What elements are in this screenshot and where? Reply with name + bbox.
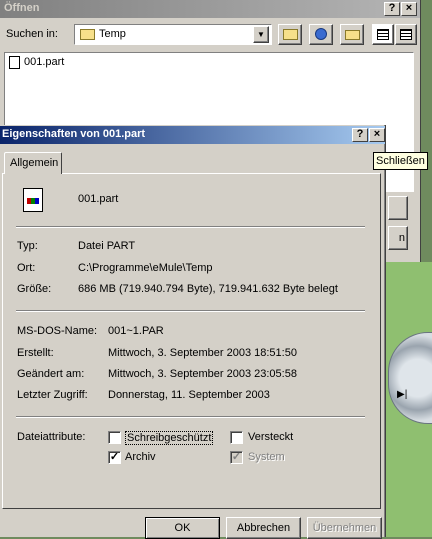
separator-1: [16, 226, 365, 228]
separator-2: [16, 310, 365, 312]
dos-name-label: MS-DOS-Name:: [17, 325, 98, 337]
hidden-checkbox[interactable]: [230, 431, 243, 444]
size-value: 686 MB (719.940.794 Byte), 719.941.632 B…: [78, 283, 338, 295]
details-view-icon[interactable]: [395, 24, 417, 45]
attributes-label: Dateiattribute:: [17, 431, 86, 443]
cancel-button[interactable]: Abbrechen: [226, 517, 301, 539]
open-help-button[interactable]: ?: [384, 2, 400, 16]
new-folder-icon[interactable]: [340, 24, 364, 45]
modified-label: Geändert am:: [17, 368, 85, 380]
file-item-label: 001.part: [24, 56, 65, 68]
created-label: Erstellt:: [17, 347, 54, 359]
type-value: Datei PART: [78, 240, 136, 252]
look-in-combo[interactable]: Temp ▼: [74, 24, 272, 45]
accessed-label: Letzter Zugriff:: [17, 389, 88, 401]
ok-label: OK: [174, 522, 191, 534]
modified-value: Mittwoch, 3. September 2003 23:05:58: [108, 368, 297, 380]
part-file-icon: [23, 188, 43, 212]
props-close-button[interactable]: ×: [369, 128, 385, 142]
system-checkbox: ✓: [230, 451, 243, 464]
apply-label: Übernehmen: [312, 522, 377, 534]
file-item[interactable]: 001.part: [8, 56, 68, 70]
accessed-value: Donnerstag, 11. September 2003: [108, 389, 270, 401]
system-label: System: [248, 451, 285, 463]
open-dialog-titlebar[interactable]: Öffnen: [0, 0, 420, 18]
cancel-label: Abbrechen: [236, 522, 291, 534]
separator-3: [16, 416, 365, 418]
tab-panel: [2, 173, 381, 509]
look-in-value: Temp: [99, 28, 126, 40]
desktop-icon[interactable]: [309, 24, 333, 45]
open-button[interactable]: [388, 196, 408, 220]
file-icon: [9, 56, 20, 69]
hidden-label[interactable]: Versteckt: [248, 431, 293, 443]
archive-label[interactable]: Archiv: [125, 451, 156, 463]
close-tooltip: Schließen: [373, 152, 428, 170]
size-label: Größe:: [17, 283, 52, 295]
archive-checkbox[interactable]: ✓: [108, 451, 121, 464]
cancel-open-button[interactable]: n: [388, 226, 408, 250]
list-view-icon[interactable]: [372, 24, 394, 45]
props-titlebar[interactable]: Eigenschaften von 001.part: [0, 126, 385, 144]
ok-button[interactable]: OK: [145, 517, 220, 539]
tab-allgemein[interactable]: Allgemein: [4, 152, 62, 174]
created-value: Mittwoch, 3. September 2003 18:51:50: [108, 347, 297, 359]
apply-button: Übernehmen: [307, 517, 382, 539]
player-next-icon: ▶|: [397, 389, 408, 400]
readonly-label[interactable]: Schreibgeschützt: [125, 431, 214, 445]
open-close-button[interactable]: ×: [401, 2, 417, 16]
readonly-checkbox[interactable]: [108, 431, 121, 444]
up-folder-icon[interactable]: [278, 24, 302, 45]
open-dialog-title: Öffnen: [4, 2, 40, 14]
props-title: Eigenschaften von 001.part: [2, 128, 146, 140]
props-filename: 001.part: [78, 193, 119, 205]
location-label: Ort:: [17, 262, 36, 274]
dos-name-value: 001~1.PAR: [108, 325, 164, 337]
props-help-button[interactable]: ?: [352, 128, 368, 142]
type-label: Typ:: [17, 240, 38, 252]
tab-allgemein-label: Allgemein: [10, 157, 59, 169]
location-value: C:\Programme\eMule\Temp: [78, 262, 213, 274]
look-in-dropdown-button[interactable]: ▼: [253, 26, 269, 43]
folder-icon: [80, 29, 95, 40]
look-in-label-text: Suchen in:: [6, 28, 58, 40]
